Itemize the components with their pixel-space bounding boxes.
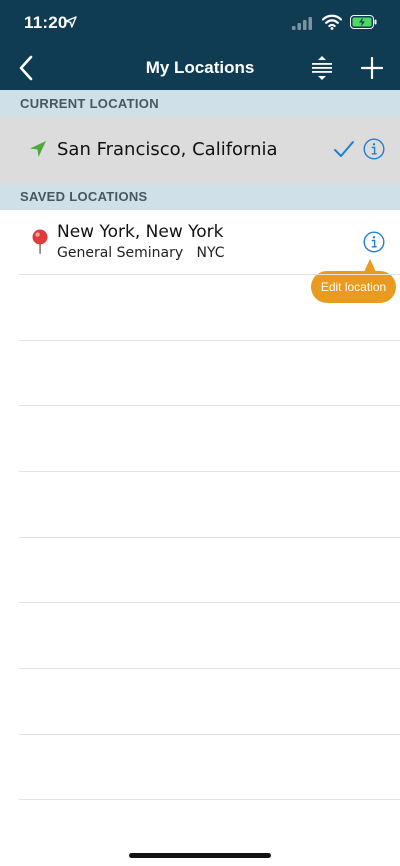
home-indicator[interactable]	[129, 853, 271, 858]
battery-charging-icon	[350, 15, 377, 29]
row-divider	[19, 734, 400, 735]
section-label-saved: SAVED LOCATIONS	[20, 189, 148, 204]
row-divider	[19, 405, 400, 406]
row-divider	[19, 799, 400, 800]
saved-location-subtitle: General Seminary NYC	[57, 245, 225, 261]
current-location-row[interactable]: San Francisco, California	[0, 117, 400, 183]
reorder-icon	[312, 56, 332, 80]
info-icon[interactable]	[363, 138, 385, 160]
nav-bar: My Locations	[0, 46, 400, 90]
chevron-left-icon	[19, 55, 33, 81]
back-button[interactable]	[12, 52, 42, 84]
plus-icon	[360, 56, 384, 80]
add-location-button[interactable]	[358, 54, 386, 82]
cell-signal-icon	[292, 17, 312, 30]
status-icons	[292, 14, 382, 32]
page-title: My Locations	[145, 58, 255, 77]
row-divider	[19, 340, 400, 341]
row-divider	[19, 537, 400, 538]
wifi-icon	[322, 14, 342, 30]
section-label-current: CURRENT LOCATION	[20, 96, 159, 111]
info-icon[interactable]	[363, 231, 385, 253]
header: 11:20 My Locations	[0, 0, 400, 90]
section-header-current: CURRENT LOCATION	[0, 90, 400, 117]
reorder-button[interactable]	[308, 54, 336, 82]
section-header-saved: SAVED LOCATIONS	[0, 183, 400, 210]
row-divider	[19, 274, 400, 275]
row-divider	[19, 602, 400, 603]
saved-location-row[interactable]: New York, New York General Seminary NYC	[0, 209, 400, 275]
current-location-name: San Francisco, California	[57, 139, 278, 160]
row-divider	[19, 471, 400, 472]
status-time: 11:20	[24, 13, 68, 32]
saved-location-name: New York, New York	[57, 222, 224, 242]
checkmark-icon	[334, 141, 354, 157]
map-pin-icon	[32, 229, 48, 254]
row-divider	[19, 668, 400, 669]
location-arrow-icon	[65, 16, 77, 28]
edit-location-tooltip: Edit location	[311, 271, 396, 303]
navigation-arrow-icon	[30, 141, 46, 157]
status-bar: 11:20	[0, 0, 400, 46]
